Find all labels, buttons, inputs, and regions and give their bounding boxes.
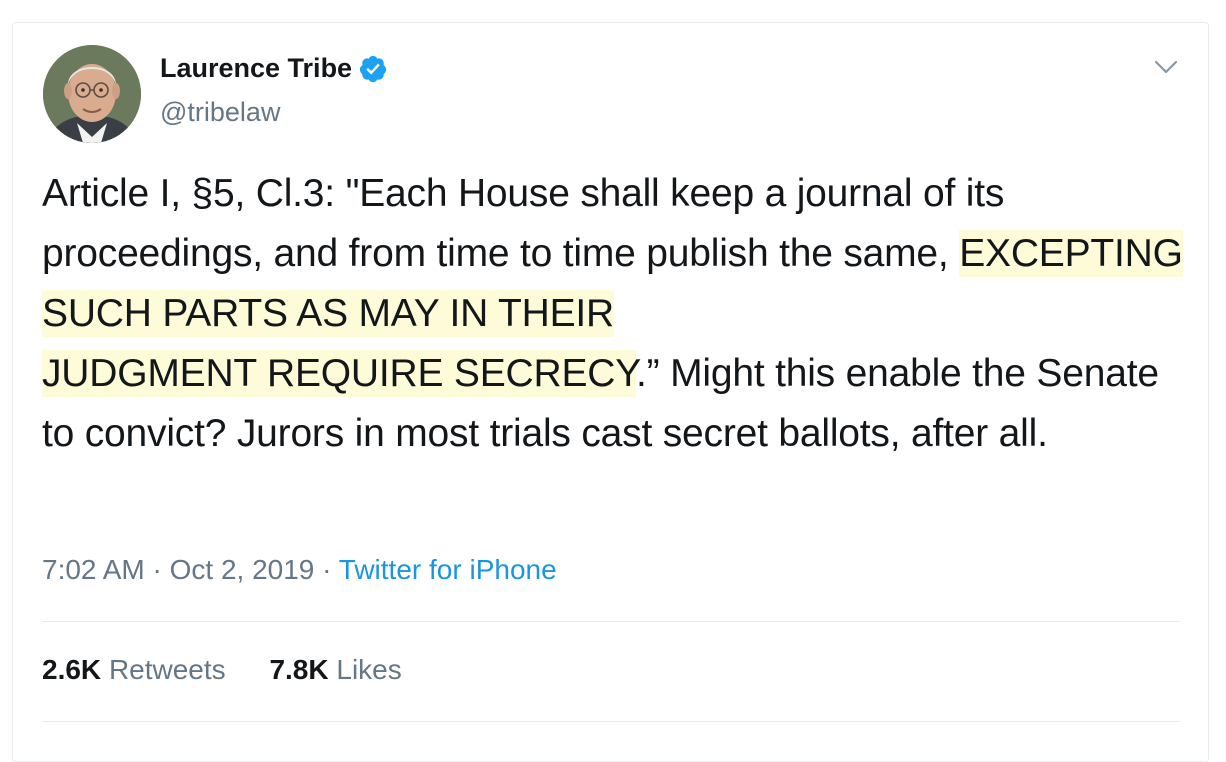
divider xyxy=(42,721,1180,722)
meta-separator: · xyxy=(152,554,162,585)
likes-stat[interactable]: 7.8K Likes xyxy=(269,654,401,685)
verified-badge-icon xyxy=(359,55,387,82)
divider xyxy=(42,621,1180,622)
author-handle[interactable]: @tribelaw xyxy=(160,97,280,128)
tweet-meta: 7:02 AM · Oct 2, 2019 · Twitter for iPho… xyxy=(42,554,557,586)
meta-separator: · xyxy=(322,554,332,585)
tweet-source-link[interactable]: Twitter for iPhone xyxy=(339,554,557,585)
tweet-text: Article I, §5, Cl.3: "Each House shall k… xyxy=(42,164,1192,464)
author-name-text[interactable]: Laurence Tribe xyxy=(160,53,352,84)
tweet-stats: 2.6K Retweets 7.8K Likes xyxy=(42,654,402,686)
retweets-label: Retweets xyxy=(108,654,226,685)
avatar[interactable] xyxy=(43,45,141,143)
likes-count: 7.8K xyxy=(269,654,329,685)
likes-label: Likes xyxy=(336,654,402,685)
tweet-time[interactable]: 7:02 AM xyxy=(42,554,145,585)
tweet-date[interactable]: Oct 2, 2019 xyxy=(170,554,315,585)
retweets-count: 2.6K xyxy=(42,654,102,685)
highlighted-text: JUDGMENT REQUIRE SECRECY xyxy=(42,350,637,397)
retweets-stat[interactable]: 2.6K Retweets xyxy=(42,654,226,685)
author-name[interactable]: Laurence Tribe xyxy=(160,53,388,84)
tweet-card: Laurence Tribe @tribelaw Article I, §5, … xyxy=(12,22,1209,762)
chevron-down-icon[interactable] xyxy=(1153,57,1179,77)
tweet-text-part: Article I, §5, Cl.3: "Each House shall k… xyxy=(42,172,1005,275)
